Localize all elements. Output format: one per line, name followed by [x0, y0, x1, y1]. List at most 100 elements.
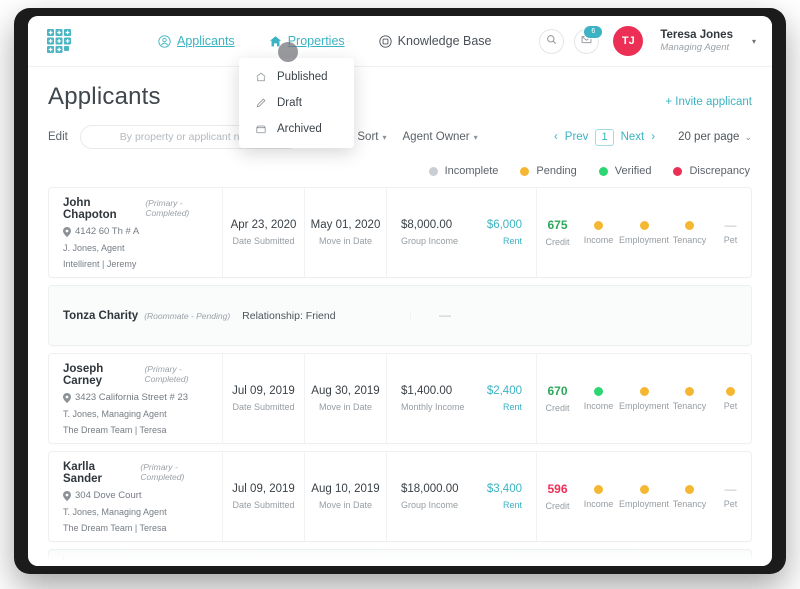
sort-label: Sort [357, 131, 378, 143]
date-submitted-value: Jul 09, 2019 [232, 483, 295, 495]
status-pet[interactable]: —Pet [710, 485, 751, 509]
screenshot-root: Applicants Properties [0, 0, 800, 589]
address-text: 4142 60 Th # A [75, 226, 139, 237]
nav-item-properties[interactable]: Properties [269, 34, 345, 48]
sub-applicant-row: David Saunders (Cosigner - Pending) Rela… [64, 550, 751, 566]
nav-links: Applicants Properties [158, 34, 492, 48]
top-navbar: Applicants Properties [28, 16, 772, 67]
credit-score[interactable]: 670 Credit [537, 384, 578, 413]
credit-value: 670 [547, 384, 567, 398]
applicant-address: 4142 60 Th # A [63, 226, 222, 237]
applicant-team: Intellirent | Jeremy [63, 259, 222, 269]
status-employment[interactable]: Employment [619, 221, 669, 245]
status-employment[interactable]: Employment [619, 387, 669, 411]
user-menu[interactable]: Teresa Jones Managing Agent [660, 28, 733, 54]
status-label: Tenancy [673, 401, 707, 411]
status-income[interactable]: Income [578, 387, 619, 411]
sub-applicant-identity[interactable]: Tonza Charity (Roommate - Pending) Relat… [49, 310, 336, 322]
grid-logo[interactable] [46, 28, 72, 54]
menu-item-published[interactable]: Published [239, 64, 354, 90]
next-page-button[interactable]: Next [621, 131, 645, 143]
status-employment[interactable]: Employment [619, 485, 669, 509]
sort-dropdown[interactable]: Sort▾ [357, 131, 386, 143]
credit-score[interactable]: 675 Credit [537, 218, 578, 247]
search-button[interactable] [539, 29, 564, 54]
status-tenancy[interactable]: Tenancy [669, 221, 710, 245]
status-income[interactable]: Income [578, 485, 619, 509]
status-label: Pet [724, 235, 738, 245]
nav-item-knowledge-base-label: Knowledge Base [398, 34, 492, 48]
status-tenancy[interactable]: Tenancy [669, 485, 710, 509]
page-header: Applicants + Invite applicant [28, 67, 772, 111]
per-page-dropdown[interactable]: 20 per page⌄ [678, 131, 752, 143]
status-label: Income [584, 499, 614, 509]
applicants-list: John Chapoton (Primary - Completed) 4142… [28, 187, 772, 566]
applicant-name-line: John Chapoton (Primary - Completed) [63, 197, 222, 221]
menu-item-draft[interactable]: Draft [239, 90, 354, 116]
status-scores: NotEnoughData — — — [376, 565, 751, 567]
status-legend: Incomplete Pending Verified Discrepancy [28, 159, 772, 187]
date-submitted-label: Date Submitted [232, 402, 294, 412]
legend-label-discrepancy: Discrepancy [689, 165, 750, 177]
nav-item-applicants[interactable]: Applicants [158, 34, 235, 48]
status-label: Income [584, 401, 614, 411]
applicant-identity[interactable]: Joseph Carney (Primary - Completed) 3423… [49, 354, 222, 443]
menu-item-draft-label: Draft [277, 97, 302, 109]
nav-item-properties-label: Properties [288, 34, 345, 48]
credit-score[interactable]: 596 Credit [537, 482, 578, 511]
invite-applicant-link[interactable]: + Invite applicant [665, 96, 752, 111]
chevron-down-icon[interactable]: ▾ [752, 37, 756, 46]
move-in-date-label: Move in Date [319, 402, 372, 412]
next-arrow-icon[interactable]: › [651, 131, 655, 143]
status-tenancy[interactable]: Tenancy [669, 387, 710, 411]
status-dot [594, 387, 603, 396]
pagination: ‹ Prev 1 Next › 20 per page⌄ [554, 129, 752, 146]
table-row-sub[interactable]: Tonza Charity (Roommate - Pending) Relat… [48, 285, 752, 346]
table-row[interactable]: Karlla Sander (Primary - Completed) 304 … [48, 451, 752, 542]
agent-owner-dropdown[interactable]: Agent Owner▾ [403, 131, 478, 143]
edit-button[interactable]: Edit [48, 131, 68, 143]
applicant-name: Karlla Sander [63, 461, 135, 485]
user-name: Teresa Jones [660, 28, 733, 42]
menu-item-archived[interactable]: Archived [239, 116, 354, 142]
status-dot-discrepancy [673, 167, 682, 176]
sub-applicant-role-status: (Roommate - Pending) [144, 311, 230, 321]
prev-arrow-icon[interactable]: ‹ [554, 131, 558, 143]
status-scores: 670 Credit Income Employment Tenancy Pet [536, 354, 751, 443]
book-icon [379, 35, 392, 48]
credit-label: Credit [545, 403, 569, 413]
table-row-sub[interactable]: David Saunders (Cosigner - Pending) Rela… [48, 549, 752, 566]
status-pet[interactable]: Pet [710, 387, 751, 411]
search-icon [546, 32, 557, 50]
applicant-identity[interactable]: John Chapoton (Primary - Completed) 4142… [49, 188, 222, 277]
status-dot [685, 485, 694, 494]
status-pet[interactable]: —Pet [710, 221, 751, 245]
credit-score[interactable]: NotEnoughData [377, 565, 452, 567]
per-page-label: 20 per page [678, 131, 739, 143]
legend-label-pending: Pending [536, 165, 576, 177]
applicant-identity[interactable]: Karlla Sander (Primary - Completed) 304 … [49, 452, 222, 541]
location-pin-icon [63, 227, 71, 237]
status-dot [640, 221, 649, 230]
prev-page-button[interactable]: Prev [565, 131, 589, 143]
nav-item-knowledge-base[interactable]: Knowledge Base [379, 34, 492, 48]
status-dot [594, 485, 603, 494]
income-rent-cell: $1,400.00 Monthly Income $2,400 Rent [386, 354, 536, 443]
avatar[interactable]: TJ [613, 26, 643, 56]
current-page-number[interactable]: 1 [595, 129, 613, 146]
move-in-date-value: May 01, 2020 [311, 219, 381, 231]
user-role: Managing Agent [660, 42, 733, 54]
applicant-role-status: (Primary - Completed) [144, 364, 222, 384]
status-scores: — [410, 311, 751, 320]
rent-value: $6,000 [487, 219, 522, 231]
messages-badge: 6 [583, 25, 603, 39]
address-text: 3423 California Street # 23 [75, 392, 188, 403]
status-income[interactable]: Income [578, 221, 619, 245]
table-row[interactable]: Joseph Carney (Primary - Completed) 3423… [48, 353, 752, 444]
status-label: Tenancy [673, 235, 707, 245]
status-label: Tenancy [673, 499, 707, 509]
home-icon [269, 35, 282, 48]
status-label: Pet [724, 401, 738, 411]
table-row[interactable]: John Chapoton (Primary - Completed) 4142… [48, 187, 752, 278]
messages-button[interactable]: 6 [574, 29, 599, 54]
